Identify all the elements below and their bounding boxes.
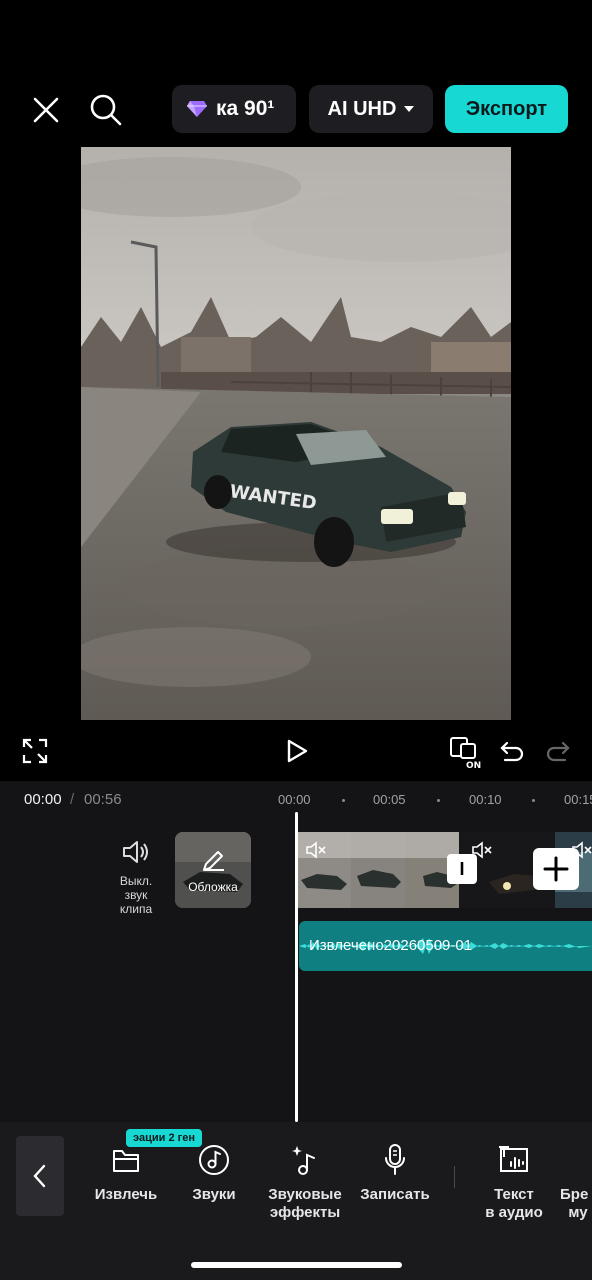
back-button[interactable]: [16, 1136, 64, 1216]
ruler-dot: [437, 799, 440, 802]
export-button[interactable]: Экспорт: [445, 85, 568, 133]
fullscreen-icon: [22, 738, 48, 764]
undo-button[interactable]: [497, 736, 527, 766]
search-button[interactable]: [86, 90, 126, 130]
quality-dropdown[interactable]: AI UHD: [309, 85, 433, 133]
pro-label: ка 90¹: [216, 97, 275, 120]
current-time: 00:00: [24, 791, 62, 808]
play-button[interactable]: [280, 734, 314, 768]
tool-label-line: в аудио: [485, 1204, 543, 1221]
close-button[interactable]: [26, 90, 66, 130]
playhead[interactable]: [295, 812, 298, 1122]
tool-label: Записать: [360, 1186, 430, 1203]
redo-icon: [546, 741, 570, 762]
tool-label: Извлечь: [94, 1186, 158, 1203]
ruler-tick: 00:00: [278, 792, 311, 807]
tool-label-line: Бре: [560, 1186, 589, 1203]
tool-brand-music[interactable]: Бре му: [560, 1142, 592, 1222]
cover-label: Обложка: [188, 880, 238, 894]
top-bar: ка 90¹ AI UHD Экспорт: [0, 84, 592, 136]
tool-label: Звуковые эффекты: [262, 1186, 348, 1222]
tool-label-line: Текст: [494, 1186, 534, 1203]
extract-icon: [113, 1150, 139, 1172]
video-frame: [351, 832, 405, 908]
bottom-toolbar: эации 2 ген Извлечь Звуки Звуковые эффек…: [0, 1122, 592, 1280]
pencil-icon: [203, 851, 224, 871]
tool-sounds[interactable]: Звуки: [186, 1142, 242, 1204]
tool-label: Текст в аудио: [476, 1186, 552, 1222]
tool-label-line: Звуковые: [268, 1186, 342, 1203]
tool-label: Бре му: [560, 1186, 592, 1222]
ruler-dot: [532, 799, 535, 802]
tool-text-to-audio[interactable]: Текст в аудио: [476, 1142, 552, 1222]
tool-label: Звуки: [192, 1186, 236, 1203]
on-screen-mode-button[interactable]: ON: [449, 734, 485, 770]
tool-label-line: му: [560, 1204, 588, 1221]
speaker-icon: [123, 841, 148, 863]
toolbar-divider: [454, 1166, 455, 1188]
home-indicator[interactable]: [191, 1262, 402, 1268]
search-icon: [90, 94, 122, 126]
add-clip-button[interactable]: [533, 848, 579, 890]
ruler-tick: 00:10: [469, 792, 502, 807]
tool-record[interactable]: Записать: [354, 1142, 436, 1204]
quality-label: AI UHD: [327, 97, 397, 120]
ruler-tick: 00:15: [564, 792, 592, 807]
audio-track[interactable]: Извлечено20260509-01: [299, 921, 592, 971]
chevron-down-icon: [404, 106, 415, 112]
diamond-icon: [187, 101, 207, 117]
svg-text:ON: ON: [466, 761, 481, 770]
text-to-audio-icon: [499, 1146, 528, 1172]
screen-on-icon: ON: [450, 737, 481, 770]
redo-button[interactable]: [543, 736, 573, 766]
pro-subscription-button[interactable]: ка 90¹: [172, 85, 296, 133]
tool-sound-effects[interactable]: Звуковые эффекты: [262, 1142, 348, 1222]
mute-clip-audio-button[interactable]: Выкл. звук клипа: [110, 839, 162, 916]
microphone-icon: [385, 1144, 405, 1175]
cover-button[interactable]: Обложка: [175, 832, 251, 908]
audio-clip-name: Извлечено20260509-01: [309, 937, 473, 954]
undo-icon: [500, 741, 524, 762]
chevron-left-icon: [33, 1164, 46, 1188]
play-icon: [287, 739, 308, 763]
ruler-dot: [342, 799, 345, 802]
ruler-tick: 00:05: [373, 792, 406, 807]
preview-image: WANTED: [81, 147, 511, 720]
fullscreen-button[interactable]: [20, 736, 50, 766]
music-disc-icon: [199, 1145, 229, 1175]
tool-extract[interactable]: Извлечь: [90, 1142, 162, 1204]
mute-clip-label: Выкл. звук клипа: [119, 874, 153, 916]
video-preview[interactable]: WANTED: [81, 147, 511, 720]
tool-label-line: эффекты: [269, 1204, 341, 1221]
sound-effects-icon: [292, 1146, 315, 1175]
close-icon: [33, 97, 59, 123]
mute-icon: [306, 841, 326, 859]
plus-icon: [543, 856, 569, 882]
transition-marker-button[interactable]: I: [447, 854, 477, 884]
total-duration: 00:56: [84, 791, 122, 808]
time-separator: /: [70, 791, 75, 808]
